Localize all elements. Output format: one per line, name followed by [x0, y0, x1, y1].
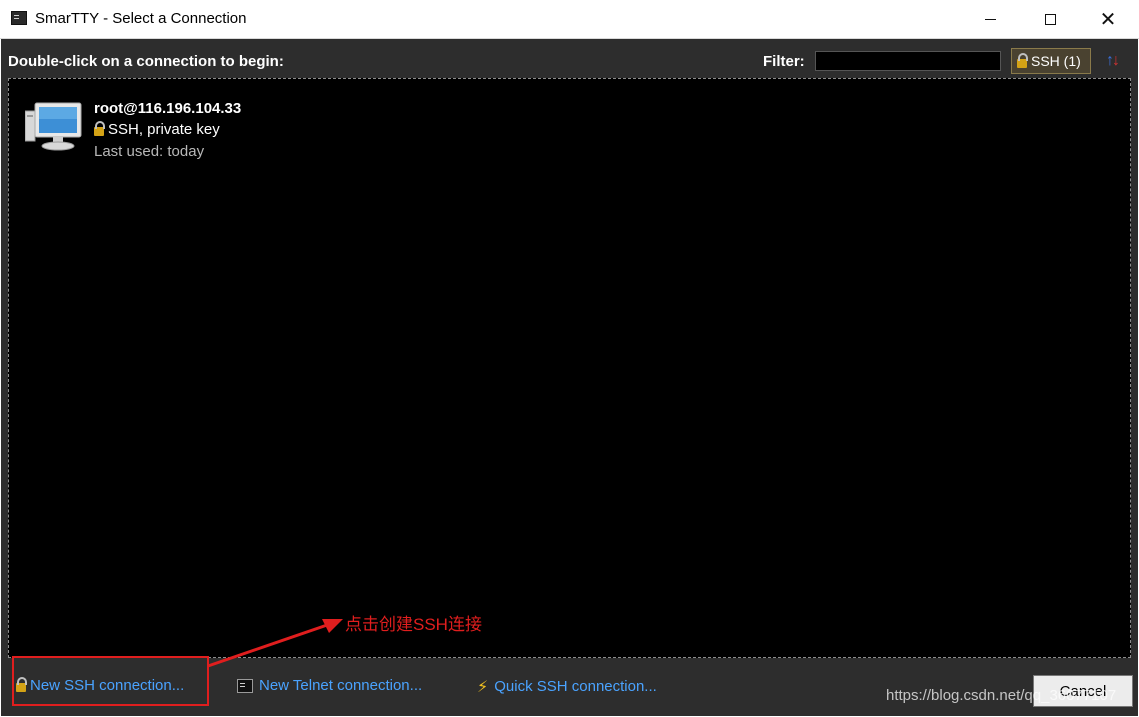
- connection-host: root@116.196.104.33: [94, 100, 242, 117]
- terminal-icon: [237, 678, 253, 693]
- window-title: SmarTTY - Select a Connection: [35, 10, 247, 27]
- lightning-icon: ⚡: [477, 677, 489, 696]
- maximize-button[interactable]: [1020, 0, 1080, 38]
- filter-label: Filter:: [763, 53, 805, 70]
- title-bar: SmarTTY - Select a Connection ✕: [0, 0, 1139, 39]
- connection-dialog: Double-click on a connection to begin: F…: [1, 39, 1138, 716]
- filter-input[interactable]: [815, 51, 1001, 71]
- watermark-text: https://blog.csdn.net/qq_36077107: [886, 687, 1117, 704]
- connection-list[interactable]: root@116.196.104.33 SSH, private key Las…: [8, 78, 1131, 658]
- minimize-button[interactable]: [960, 0, 1020, 38]
- minimize-icon: [984, 18, 996, 20]
- annotation-text: 点击创建SSH连接: [345, 615, 482, 634]
- instruction-text: Double-click on a connection to begin:: [8, 53, 284, 70]
- connection-type-label: SSH, private key: [108, 121, 220, 138]
- connection-last-used: Last used: today: [94, 143, 205, 160]
- new-telnet-connection-label: New Telnet connection...: [259, 677, 423, 694]
- close-icon: ✕: [1099, 7, 1117, 31]
- computer-icon: [25, 102, 82, 151]
- new-ssh-connection-link[interactable]: New SSH connection...: [16, 677, 184, 694]
- sort-button[interactable]: ↑ ↓: [1101, 49, 1125, 73]
- sort-down-arrow-icon: ↓: [1112, 52, 1120, 69]
- ssh-filter-label: SSH (1): [1031, 53, 1081, 69]
- quick-ssh-connection-label: Quick SSH connection...: [494, 678, 657, 695]
- connection-item[interactable]: root@116.196.104.33 SSH, private key Las…: [9, 79, 409, 160]
- maximize-icon: [1044, 13, 1056, 25]
- app-terminal-icon: [11, 11, 27, 25]
- connection-type: SSH, private key: [94, 121, 220, 138]
- new-ssh-connection-label: New SSH connection...: [30, 677, 185, 694]
- lock-icon: [16, 677, 27, 692]
- lock-icon: [94, 121, 105, 136]
- close-button[interactable]: ✕: [1078, 0, 1138, 38]
- ssh-filter-toggle[interactable]: SSH (1): [1011, 48, 1091, 74]
- new-telnet-connection-link[interactable]: New Telnet connection...: [237, 677, 422, 694]
- lock-icon: [1017, 52, 1028, 68]
- quick-ssh-connection-link[interactable]: ⚡ Quick SSH connection...: [477, 677, 657, 696]
